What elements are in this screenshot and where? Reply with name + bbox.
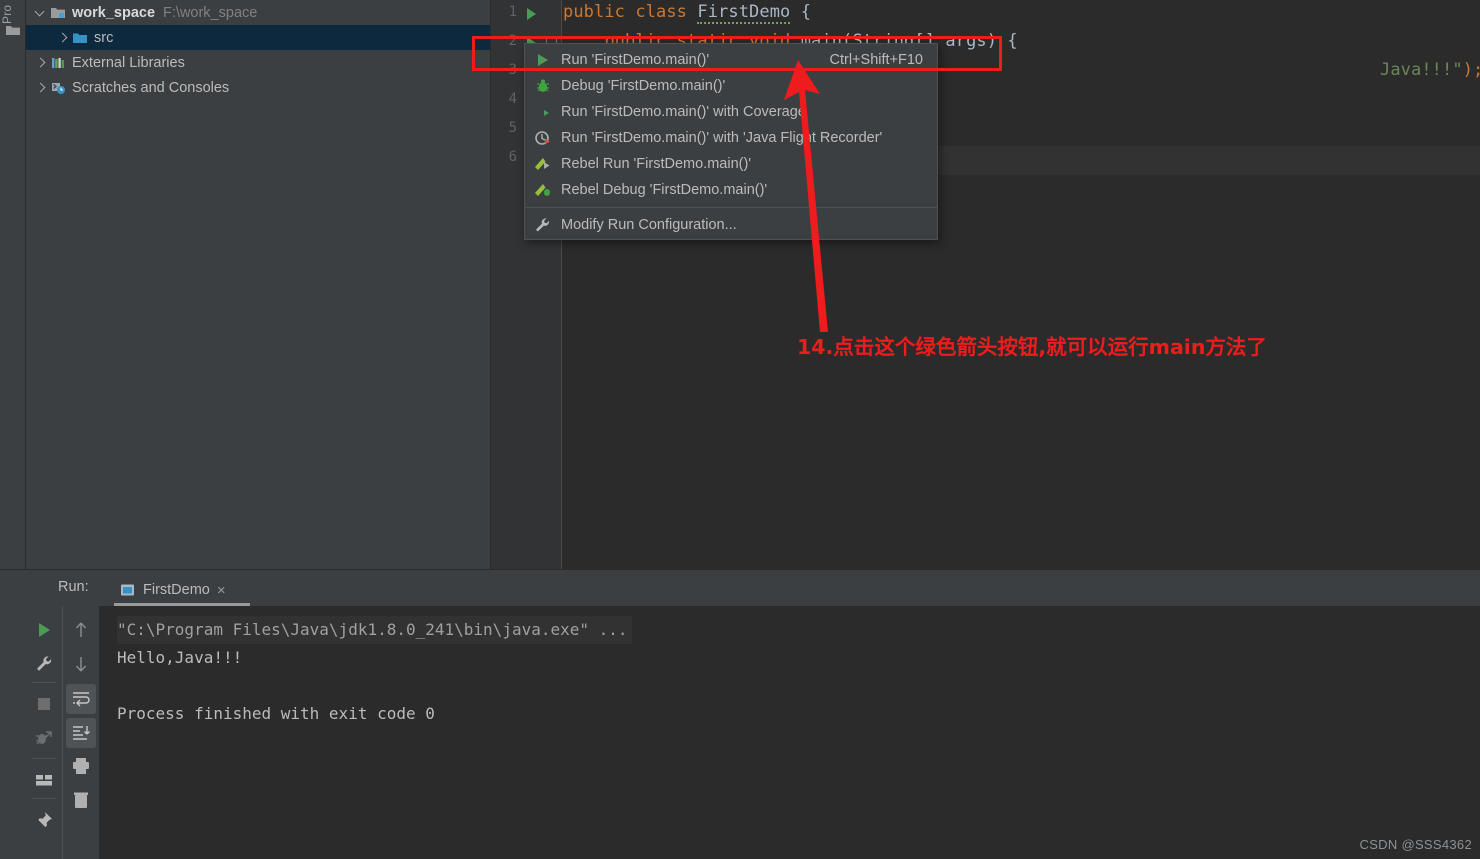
annotation-arrow-icon <box>784 60 828 332</box>
scratches-icon <box>50 80 67 96</box>
chevron-right-icon[interactable] <box>58 33 68 43</box>
code-line-1: public class FirstDemo { <box>563 2 812 24</box>
tree-row-scratches-and-consoles[interactable]: Scratches and Consoles <box>26 75 491 100</box>
console-line: Hello,Java!!! <box>117 648 243 667</box>
print-icon[interactable] <box>71 756 91 776</box>
run-toolbar-left <box>26 606 62 859</box>
toolbar-divider <box>32 758 56 759</box>
tree-row-work_space[interactable]: work_space F:\work_space <box>26 0 491 25</box>
run-tab-firstdemo[interactable]: FirstDemo × <box>114 575 232 605</box>
toolbar-divider <box>32 682 56 683</box>
menu-item-label: Debug 'FirstDemo.main()' <box>561 78 726 94</box>
folder-icon <box>72 30 89 46</box>
soft-wrap-icon[interactable] <box>71 689 91 709</box>
token-class-name: FirstDemo <box>697 2 791 24</box>
console-line: Process finished with exit code 0 <box>117 704 435 723</box>
layout-icon[interactable] <box>34 770 54 790</box>
chevron-down-icon[interactable] <box>36 8 46 18</box>
chevron-right-icon[interactable] <box>36 58 46 68</box>
tree-label: External Libraries <box>72 54 185 71</box>
run-toolbar-right <box>62 606 98 859</box>
project-folder-icon <box>50 5 67 21</box>
run-label: Run: <box>58 579 89 595</box>
flight-recorder-icon <box>533 129 553 147</box>
rebel-debug-icon <box>533 181 553 199</box>
tree-label: Scratches and Consoles <box>72 79 230 96</box>
coverage-icon <box>533 103 553 121</box>
tree-label: src <box>94 29 114 46</box>
line-number: 1 <box>508 4 517 20</box>
pin-icon[interactable] <box>34 810 54 830</box>
annotation-highlight-box <box>472 36 1002 71</box>
run-tool-window-header: Run: FirstDemo × <box>26 570 1480 606</box>
up-arrow-icon[interactable] <box>71 620 91 640</box>
annotation-text: 14.点击这个绿色箭头按钮,就可以运行main方法了 <box>797 335 1267 359</box>
run-tab-label: FirstDemo <box>143 582 210 598</box>
scroll-to-end-icon[interactable] <box>71 723 91 743</box>
token-punctuation: ); <box>1462 60 1480 80</box>
menu-item-label: Rebel Run 'FirstDemo.main()' <box>561 156 752 172</box>
wrench-icon <box>533 216 553 234</box>
tree-row-src[interactable]: src <box>26 25 491 50</box>
run-tool-window: Run: FirstDemo × "C:\Program Files\Java\… <box>0 570 1480 859</box>
line-number: 5 <box>508 120 517 136</box>
menu-item-label: Rebel Debug 'FirstDemo.main()' <box>561 182 768 198</box>
project-folder-icon[interactable] <box>5 22 21 38</box>
line-number: 6 <box>508 149 517 165</box>
rerun-icon[interactable] <box>34 620 54 640</box>
watermark: CSDN @SSS4362 <box>1359 837 1472 852</box>
tree-path: F:\work_space <box>163 4 258 21</box>
debug-bug-icon <box>533 77 553 95</box>
console-tab-icon <box>121 584 134 595</box>
code-line-3: Java!!!"); <box>1380 60 1480 80</box>
token-punctuation: { <box>790 2 812 22</box>
down-arrow-icon[interactable] <box>71 654 91 674</box>
tree-row-external-libraries[interactable]: External Libraries <box>26 50 491 75</box>
token-keyword: public class <box>563 2 698 22</box>
tree-label: work_space <box>72 4 156 21</box>
chevron-right-icon[interactable] <box>36 83 46 93</box>
project-tool-window: work_space F:\work_space src External Li… <box>26 0 491 570</box>
toolbar-divider <box>32 798 56 799</box>
debug-attach-icon[interactable] <box>34 728 54 748</box>
libraries-icon <box>50 55 67 71</box>
token-string: Java!!!" <box>1380 60 1463 80</box>
trash-icon[interactable] <box>71 790 91 810</box>
console-command-text: "C:\Program Files\Java\jdk1.8.0_241\bin\… <box>117 616 632 644</box>
wrench-icon[interactable] <box>34 654 54 674</box>
menu-item-label: Modify Run Configuration... <box>561 217 737 233</box>
stop-icon[interactable] <box>34 694 54 714</box>
console-line-command: "C:\Program Files\Java\jdk1.8.0_241\bin\… <box>117 616 1480 644</box>
rebel-run-icon <box>533 155 553 173</box>
run-class-gutter-icon[interactable] <box>527 8 536 20</box>
close-icon[interactable]: × <box>217 582 226 599</box>
console-output[interactable]: "C:\Program Files\Java\jdk1.8.0_241\bin\… <box>99 606 1480 859</box>
ide-window: Pro Structure Favorites JRebel <box>0 0 1480 859</box>
line-number: 4 <box>508 91 517 107</box>
